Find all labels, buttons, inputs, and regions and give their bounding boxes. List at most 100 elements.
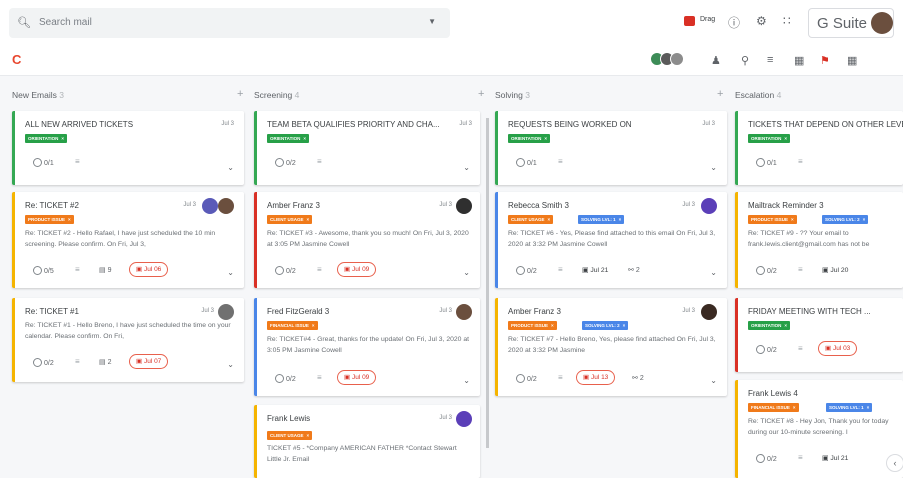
remove-label-icon[interactable]: ×	[68, 217, 71, 222]
card[interactable]: Frank Lewis Jul 3 CLIENT USAGE × TICKET #…	[254, 405, 480, 478]
checklist-counter[interactable]: 0/2	[756, 345, 777, 354]
avatar[interactable]	[456, 411, 472, 427]
remove-label-icon[interactable]: ×	[793, 405, 796, 410]
label-product-issue[interactable]: PRODUCT ISSUE ×	[748, 215, 797, 224]
label-solving-level[interactable]: SOLVING LVL: 2 ×	[822, 215, 869, 224]
avatar[interactable]	[218, 198, 234, 214]
avatar[interactable]	[456, 304, 472, 320]
remove-label-icon[interactable]: ×	[784, 323, 787, 328]
avatar[interactable]	[701, 304, 717, 320]
avatar[interactable]	[670, 52, 684, 66]
chevron-down-icon[interactable]: ⌄	[227, 163, 234, 172]
drag-label[interactable]: Drag	[700, 16, 715, 23]
notes-icon[interactable]: ≡	[558, 265, 563, 274]
chevron-down-icon[interactable]: ⌄	[463, 268, 470, 277]
columns-icon[interactable]: ▦	[794, 54, 804, 67]
card[interactable]: Rebecca Smith 3 Jul 3 CLIENT USAGE × SOLV…	[495, 192, 727, 288]
remove-label-icon[interactable]: ×	[863, 217, 866, 222]
card[interactable]: ALL NEW ARRIVED TICKETS Jul 3 ORIENTATIO…	[12, 111, 244, 185]
search-icon[interactable]: 🔍︎	[17, 16, 31, 29]
notes-icon[interactable]: ≡	[798, 157, 803, 166]
due-date-badge[interactable]: ▣ Jul 20	[822, 266, 848, 274]
card[interactable]: Mailtrack Reminder 3 PRODUCT ISSUE × SOLV…	[735, 192, 903, 288]
card[interactable]: Re: TICKET #2 Jul 3 PRODUCT ISSUE × Re: T…	[12, 192, 244, 288]
card[interactable]: REQUESTS BEING WORKED ON Jul 3 ORIENTATI…	[495, 111, 727, 185]
notes-icon[interactable]: ≡	[75, 265, 80, 274]
card[interactable]: Re: TICKET #1 Jul 3 Re: TICKET #1 - Hell…	[12, 298, 244, 382]
checklist-counter[interactable]: 0/5	[33, 266, 54, 275]
remove-label-icon[interactable]: ×	[61, 136, 64, 141]
checklist-counter[interactable]: 0/2	[275, 158, 296, 167]
chevron-down-icon[interactable]: ⌄	[463, 376, 470, 385]
due-date-badge[interactable]: ▣ Jul 09	[337, 262, 377, 277]
chevron-down-icon[interactable]: ⌄	[227, 360, 234, 369]
column-scrollbar[interactable]	[486, 118, 489, 448]
chevron-down-icon[interactable]: ⌄	[710, 163, 717, 172]
checklist-counter[interactable]: 0/2	[33, 358, 54, 367]
remove-label-icon[interactable]: ×	[551, 323, 554, 328]
checklist-counter[interactable]: 0/2	[516, 266, 537, 275]
add-user-icon[interactable]: ♟	[711, 54, 721, 67]
gsuite-account-button[interactable]: G Suite	[808, 8, 894, 38]
notes-icon[interactable]: ≡	[798, 344, 803, 353]
due-date-badge[interactable]: ▣ Jul 03	[818, 341, 858, 356]
card[interactable]: Amber Franz 3 Jul 3 PRODUCT ISSUE × SOLVI…	[495, 298, 727, 396]
chevron-down-icon[interactable]: ⌄	[710, 376, 717, 385]
remove-label-icon[interactable]: ×	[544, 136, 547, 141]
gear-icon[interactable]: ⚙	[756, 14, 767, 28]
avatar[interactable]	[701, 198, 717, 214]
scroll-left-button[interactable]: ‹	[886, 454, 903, 472]
search-options-icon[interactable]: ▼	[428, 17, 436, 26]
filter-icon[interactable]: ≡	[767, 54, 773, 66]
card[interactable]: Frank Lewis 4 FINANCIAL ISSUE × SOLVING L…	[735, 380, 903, 478]
due-date-badge[interactable]: ▣ Jul 13	[576, 370, 616, 385]
label-orientation[interactable]: ORIENTATION ×	[508, 134, 550, 143]
label-client-usage[interactable]: CLIENT USAGE ×	[508, 215, 554, 224]
chevron-down-icon[interactable]: ⌄	[463, 163, 470, 172]
remove-label-icon[interactable]: ×	[623, 323, 626, 328]
checklist-counter[interactable]: 0/2	[275, 374, 296, 383]
remove-label-icon[interactable]: ×	[619, 217, 622, 222]
checklist-counter[interactable]: 0/1	[756, 158, 777, 167]
remove-label-icon[interactable]: ×	[307, 433, 310, 438]
add-column-icon[interactable]: +	[717, 88, 723, 100]
due-date-badge[interactable]: ▣ Jul 21	[582, 266, 608, 274]
due-date-badge[interactable]: ▣ Jul 06	[129, 262, 169, 277]
label-product-issue[interactable]: PRODUCT ISSUE ×	[508, 321, 557, 330]
add-column-icon[interactable]: +	[237, 88, 243, 100]
due-date-badge[interactable]: ▣ Jul 21	[822, 454, 848, 462]
notes-icon[interactable]: ≡	[317, 265, 322, 274]
checklist-counter[interactable]: 0/2	[516, 374, 537, 383]
avatar[interactable]	[456, 198, 472, 214]
chevron-down-icon[interactable]: ⌄	[227, 268, 234, 277]
card[interactable]: Amber Franz 3 Jul 3 CLIENT USAGE × Re: TI…	[254, 192, 480, 288]
checklist-counter[interactable]: 0/2	[756, 454, 777, 463]
label-financial-issue[interactable]: FINANCIAL ISSUE ×	[748, 403, 799, 412]
card[interactable]: FRIDAY MEETING WITH TECH ... ORIENTATION…	[735, 298, 903, 372]
checklist-counter[interactable]: 0/2	[756, 266, 777, 275]
remove-label-icon[interactable]: ×	[791, 217, 794, 222]
checklist-counter[interactable]: 0/2	[275, 266, 296, 275]
attachments-counter[interactable]: ⚯ 2	[628, 266, 640, 274]
comments-counter[interactable]: ▤ 2	[99, 358, 111, 366]
help-icon[interactable]: ⓘ	[728, 14, 740, 31]
attachments-counter[interactable]: ⚯ 2	[632, 374, 644, 382]
refresh-icon[interactable]: C	[12, 52, 21, 67]
notes-icon[interactable]: ≡	[317, 373, 322, 382]
drag-icon[interactable]	[684, 16, 695, 26]
notes-icon[interactable]: ≡	[75, 157, 80, 166]
checklist-counter[interactable]: 0/1	[33, 158, 54, 167]
add-column-icon[interactable]: +	[478, 88, 484, 100]
checklist-counter[interactable]: 0/1	[516, 158, 537, 167]
label-client-usage[interactable]: CLIENT USAGE ×	[267, 431, 313, 440]
notes-icon[interactable]: ≡	[558, 373, 563, 382]
search-input[interactable]: Search mail	[39, 17, 92, 28]
search-board-icon[interactable]: ⚲	[741, 54, 749, 67]
notes-icon[interactable]: ≡	[798, 265, 803, 274]
label-orientation[interactable]: ORIENTATION ×	[748, 134, 790, 143]
member-avatars[interactable]	[650, 52, 685, 67]
avatar[interactable]	[218, 304, 234, 320]
label-solving-level[interactable]: SOLVING LVL: 1 ×	[578, 215, 625, 224]
label-solving-level[interactable]: SOLVING LVL: 1 ×	[826, 403, 873, 412]
remove-label-icon[interactable]: ×	[784, 136, 787, 141]
